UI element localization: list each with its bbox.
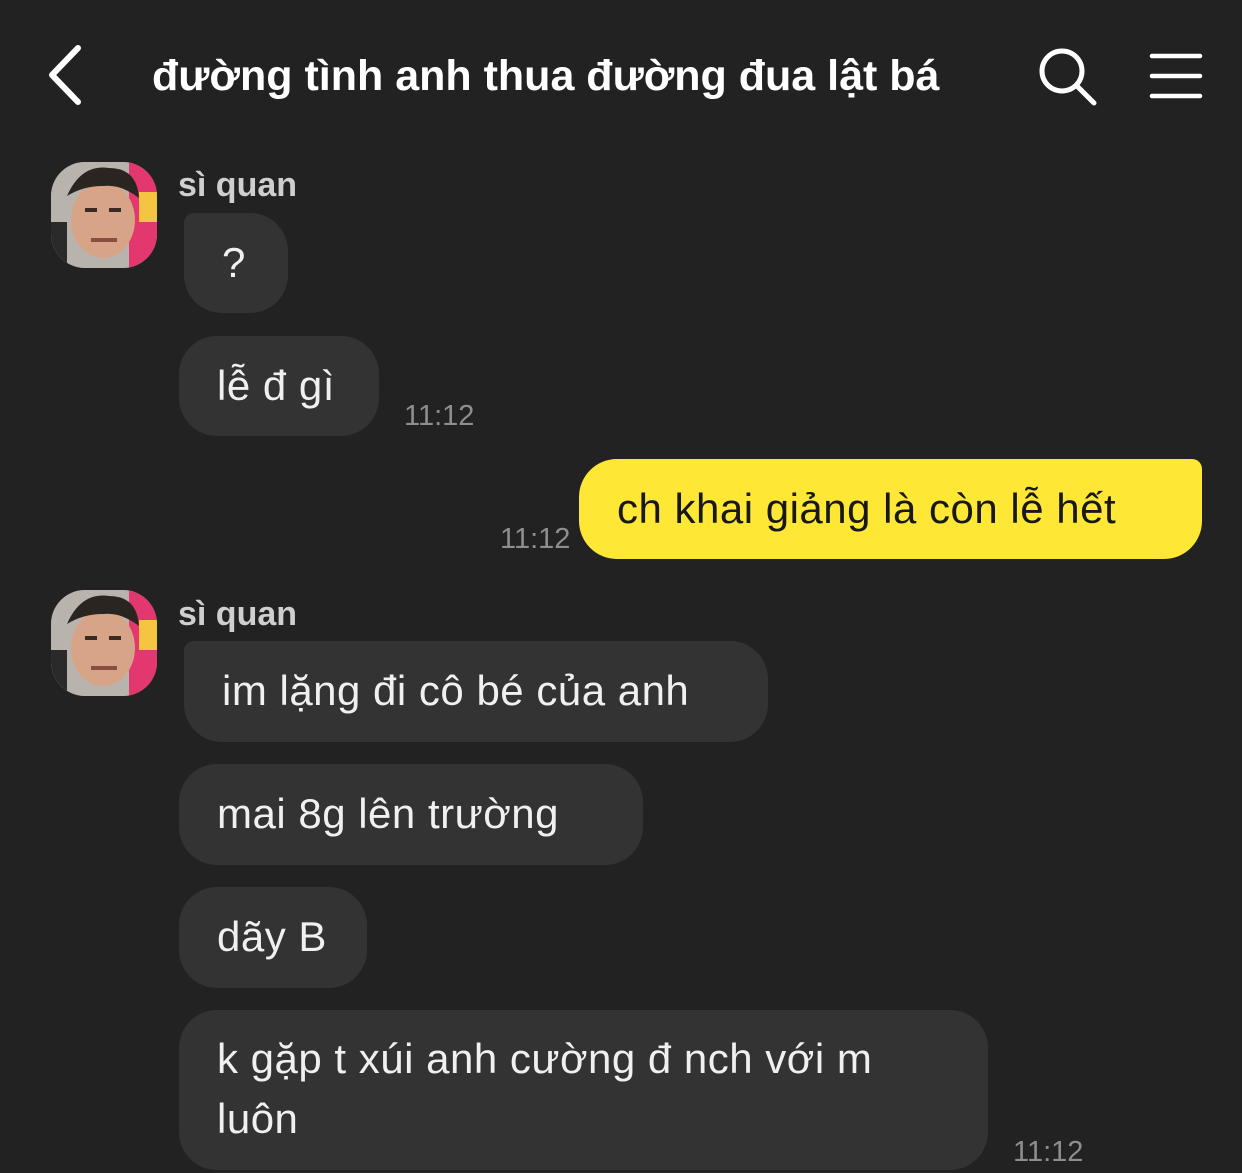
message-bubble[interactable]: im lặng đi cô bé của anh [184, 641, 768, 742]
avatar-image [51, 162, 157, 268]
sender-name: sì quan [178, 166, 298, 204]
search-button[interactable] [1036, 44, 1100, 108]
message-timestamp: 11:12 [404, 400, 475, 432]
message-text: mai 8g lên trường [217, 790, 559, 837]
avatar-image [51, 590, 157, 696]
message-bubble[interactable]: mai 8g lên trường [179, 764, 643, 865]
message-text: im lặng đi cô bé của anh [222, 667, 690, 714]
sender-avatar[interactable] [51, 590, 157, 696]
message-timestamp: 11:12 [500, 523, 571, 555]
message-bubble[interactable]: k gặp t xúi anh cường đ nch với m luôn [179, 1010, 988, 1170]
search-icon [1039, 48, 1097, 106]
message-text: ? [222, 239, 246, 286]
sender-name: sì quan [178, 595, 298, 633]
chat-header: đường tình anh thua đường đua lật bá [0, 0, 1242, 150]
outgoing-message-bubble[interactable]: ch khai giảng là còn lễ hết [579, 459, 1202, 559]
message-timestamp: 11:12 [1013, 1136, 1084, 1168]
back-button[interactable] [40, 42, 90, 108]
message-bubble[interactable]: ? [184, 213, 288, 313]
message-text: k gặp t xúi anh cường đ nch với m luôn [217, 1035, 873, 1142]
message-text: lễ đ gì [217, 362, 335, 409]
message-text: dãy B [217, 913, 327, 960]
message-bubble[interactable]: lễ đ gì [179, 336, 379, 436]
hamburger-menu-icon [1149, 53, 1203, 99]
message-bubble[interactable]: dãy B [179, 887, 367, 988]
menu-button[interactable] [1146, 50, 1206, 102]
chat-title: đường tình anh thua đường đua lật bá [152, 52, 940, 100]
chevron-left-icon [49, 45, 81, 105]
sender-avatar[interactable] [51, 162, 157, 268]
message-text: ch khai giảng là còn lễ hết [617, 485, 1117, 532]
